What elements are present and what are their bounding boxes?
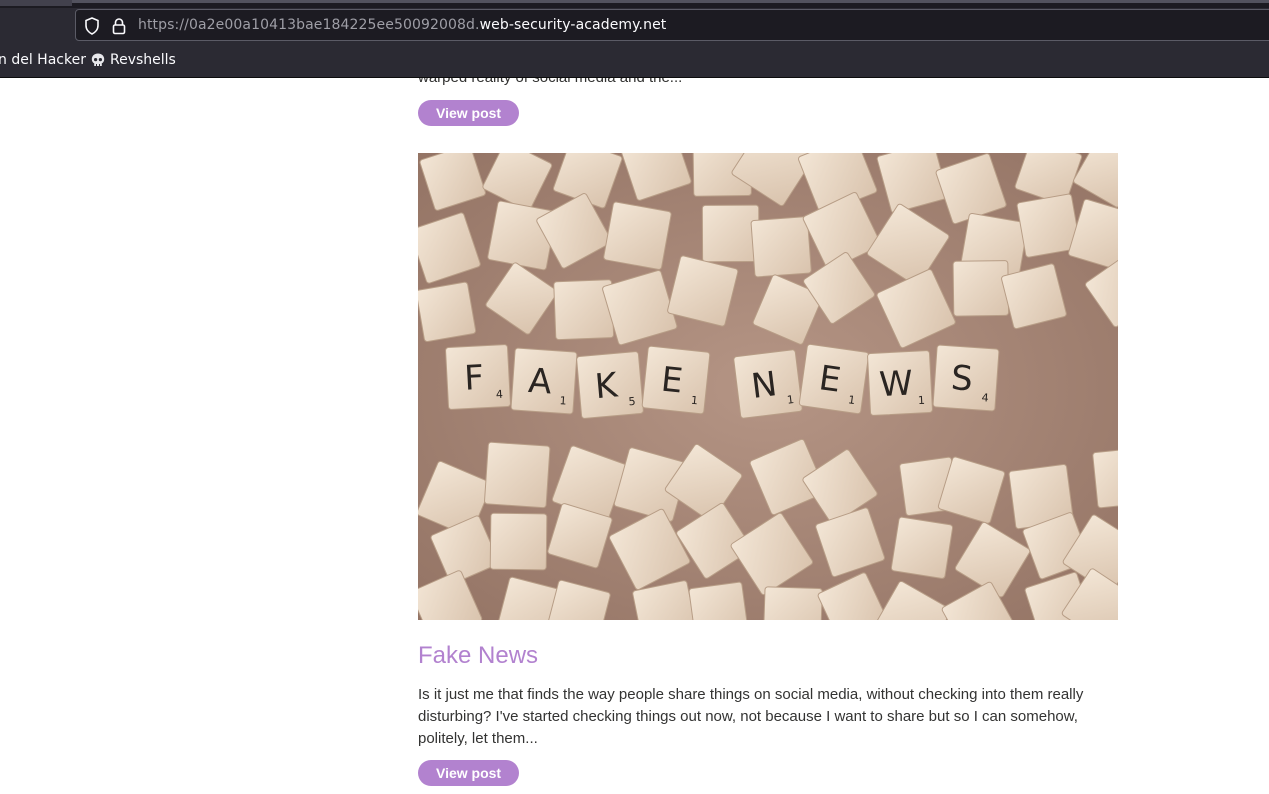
letter-tile: F4: [445, 344, 511, 410]
svg-text:F: F: [463, 358, 485, 399]
letter-tile: W1: [867, 350, 933, 416]
bookmark-label: Revshells: [110, 52, 176, 68]
shield-icon[interactable]: [84, 17, 100, 35]
svg-text:N: N: [749, 364, 779, 407]
wooden-tile: [762, 586, 823, 620]
post-image[interactable]: F 4 A 1 K 5E 1 N 1 E 1 W 1S 4: [418, 153, 1118, 620]
wooden-tile: [701, 204, 760, 263]
svg-text:4: 4: [981, 391, 989, 404]
svg-text:S: S: [950, 358, 974, 399]
wooden-tile: [890, 516, 954, 579]
letter-tile: A1: [510, 347, 578, 415]
page: warped reality of social media and the..…: [0, 0, 1269, 794]
wooden-tile: [484, 441, 551, 509]
wooden-tile: [489, 512, 548, 571]
svg-text:E: E: [659, 360, 685, 402]
letter-tile: E1: [798, 343, 870, 415]
svg-text:1: 1: [918, 394, 926, 407]
letter-tile: N1: [733, 349, 803, 419]
svg-text:4: 4: [496, 388, 504, 401]
url-domain: web-security-academy.net: [479, 17, 667, 33]
skull-icon: [91, 53, 105, 66]
post-summary: Is it just me that finds the way people …: [418, 686, 1084, 747]
letter-tile: S4: [932, 344, 1000, 412]
post-title[interactable]: Fake News: [418, 642, 538, 670]
address-bar[interactable]: https://0a2e00a10413bae184225ee50092008d…: [75, 9, 1269, 41]
wooden-tile: [603, 201, 672, 270]
svg-text:5: 5: [628, 395, 636, 409]
tab-edge[interactable]: [0, 0, 72, 6]
lock-icon[interactable]: [112, 17, 126, 35]
wooden-tile: [952, 260, 1010, 317]
bookmark-item-revshells[interactable]: Revshells: [90, 52, 176, 68]
url-text[interactable]: https://0a2e00a10413bae184225ee50092008d…: [138, 17, 666, 33]
wooden-tile: [688, 581, 749, 620]
letter-tile: K5: [576, 351, 644, 419]
letter-tile: E1: [641, 345, 711, 415]
browser-chrome: https://0a2e00a10413bae184225ee50092008d…: [0, 0, 1269, 77]
svg-text:1: 1: [559, 394, 567, 407]
view-post-button[interactable]: View post: [418, 760, 520, 786]
wooden-tile: [750, 216, 812, 278]
svg-text:1: 1: [690, 394, 698, 408]
view-post-button[interactable]: View post: [418, 100, 520, 126]
tab-strip-edge: [72, 0, 1269, 3]
svg-text:W: W: [878, 363, 914, 405]
wooden-tile: [418, 281, 477, 342]
chrome-divider: [0, 77, 1269, 78]
svg-text:A: A: [527, 361, 553, 403]
bookmarks-toolbar: n del Hacker Revshells: [0, 44, 1269, 77]
bookmark-item[interactable]: n del Hacker: [0, 52, 86, 68]
url-prefix: https://0a2e00a10413bae184225ee50092008d…: [138, 17, 480, 33]
